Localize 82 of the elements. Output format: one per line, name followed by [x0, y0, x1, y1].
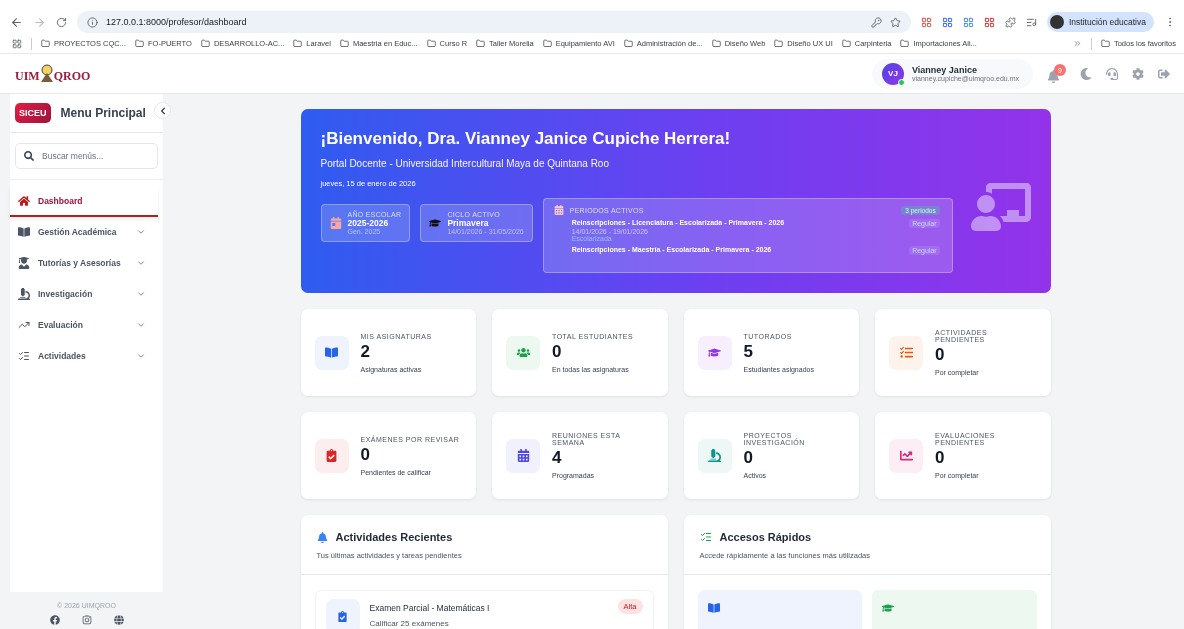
- forward-icon[interactable]: [33, 15, 46, 29]
- extension-icon[interactable]: [941, 16, 953, 28]
- extension-icon[interactable]: [962, 16, 974, 28]
- key-icon[interactable]: [870, 16, 882, 28]
- facebook-icon[interactable]: [49, 615, 60, 625]
- back-icon[interactable]: [10, 15, 23, 29]
- headset-icon[interactable]: [1106, 67, 1118, 80]
- activity-detail: Calificar 25 exámenes: [369, 619, 450, 628]
- sidebar-title: Menu Principal: [60, 106, 146, 120]
- stat-value: 2: [360, 341, 371, 362]
- welcome-subtitle: Portal Docente - Universidad Intercultural Maya de Quintana Roo: [320, 158, 610, 169]
- sun-emblem-icon: [39, 63, 54, 84]
- collapse-button[interactable]: [154, 102, 171, 119]
- info-value: 2025-2026: [347, 218, 390, 228]
- clipboard-check-icon: [337, 610, 348, 622]
- address-bar[interactable]: 127.0.0.1:8000/profesor/dashboard: [77, 11, 911, 33]
- star-icon[interactable]: [889, 16, 901, 28]
- bell-icon[interactable]: [1047, 70, 1060, 83]
- folder-icon: [1100, 39, 1110, 48]
- folder-icon: [339, 39, 349, 48]
- chevron-left-icon: [158, 106, 167, 115]
- checklist-icon: [699, 531, 712, 543]
- folder-icon: [41, 39, 50, 48]
- welcome-title: ¡Bienvenido, Dra. Vianney Janice Cupiche Herrera!: [320, 129, 732, 149]
- reload-icon[interactable]: [56, 16, 67, 28]
- settings-icon[interactable]: [1132, 67, 1144, 80]
- playlist-icon[interactable]: [1025, 16, 1037, 28]
- sidebar-item[interactable]: Actividades: [10, 341, 158, 372]
- stat-value: 0: [743, 448, 754, 468]
- activity-title: Examen Parcial - Matemáticas I: [369, 603, 490, 613]
- moon-icon[interactable]: [1080, 67, 1092, 80]
- folder-icon: [426, 39, 436, 48]
- folder-icon: [293, 39, 303, 48]
- graduate-icon: [18, 256, 30, 269]
- puzzle-icon[interactable]: [1004, 16, 1016, 28]
- graduation-cap-icon: [429, 217, 442, 229]
- folder-icon: [711, 39, 721, 48]
- extension-icon[interactable]: [983, 16, 995, 28]
- sidebar-item[interactable]: Tutorías y Asesorías: [10, 248, 158, 279]
- microscope-icon: [18, 287, 30, 300]
- chevrons-icon[interactable]: [1072, 39, 1082, 48]
- instagram-icon[interactable]: [81, 615, 92, 625]
- user-name: Vianney Janice: [912, 65, 978, 75]
- folder-icon: [774, 39, 784, 48]
- extension-icon[interactable]: [920, 16, 932, 28]
- info-value: Primavera: [447, 218, 490, 228]
- panel-title: Accesos Rápidos: [719, 531, 812, 543]
- folder-icon: [900, 39, 910, 48]
- sidebar-item[interactable]: Evaluación: [10, 310, 158, 341]
- folder-icon: [476, 39, 486, 48]
- app-badge: SICEU: [15, 103, 51, 123]
- panel-title: Actividades Recientes: [335, 531, 453, 543]
- sidebar-item[interactable]: Dashboard: [10, 186, 158, 217]
- stat-value: 5: [743, 341, 754, 362]
- stat-value: 0: [935, 345, 946, 365]
- stat-value: 0: [360, 444, 371, 465]
- globe-icon[interactable]: [113, 615, 124, 625]
- stat-value: 0: [552, 341, 563, 362]
- logo: UIM QROO: [15, 63, 91, 84]
- info-icon: [87, 16, 98, 28]
- book-icon: [18, 225, 30, 238]
- avatar-icon: [1049, 15, 1064, 29]
- folder-icon: [623, 39, 633, 48]
- search-icon: [24, 151, 34, 161]
- bell-icon: [316, 531, 328, 543]
- search-field[interactable]: Buscar menús...: [15, 143, 158, 169]
- checklist-icon: [18, 349, 30, 362]
- stat-value: 0: [935, 448, 946, 468]
- folder-icon: [542, 39, 552, 48]
- user-avatar: VJ: [882, 62, 904, 85]
- logout-icon[interactable]: [1158, 67, 1170, 80]
- sidebar-item[interactable]: Investigación: [10, 279, 158, 310]
- apps-icon[interactable]: [12, 38, 22, 49]
- folder-icon: [134, 39, 144, 48]
- folder-icon: [200, 39, 210, 48]
- folder-icon: [841, 39, 851, 48]
- sidebar-item[interactable]: Gestión Académica: [10, 217, 158, 248]
- calendar-icon: [553, 205, 564, 215]
- profile-button[interactable]: Institución educativa: [1046, 12, 1154, 32]
- calendar-icon: [329, 217, 342, 229]
- stat-value: 4: [552, 448, 563, 468]
- home-icon: [18, 194, 30, 207]
